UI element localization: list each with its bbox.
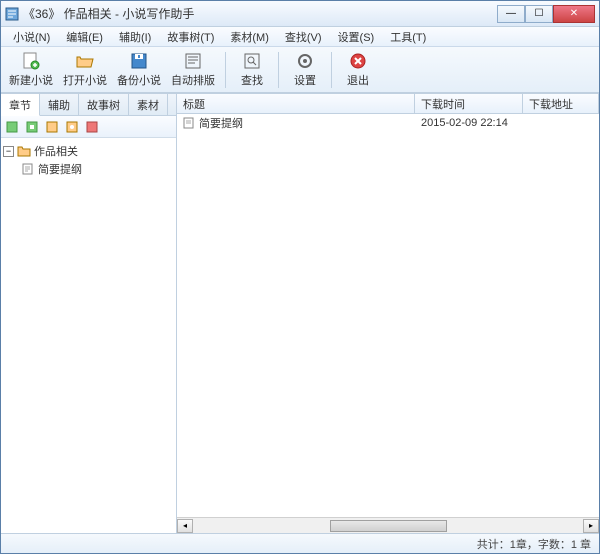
- tree-collapse-icon[interactable]: −: [3, 146, 14, 157]
- tree-root-node[interactable]: − 作品相关: [3, 142, 174, 160]
- backup-icon: [129, 51, 149, 71]
- open-icon: [75, 51, 95, 71]
- app-icon: [5, 7, 19, 21]
- scroll-track[interactable]: [193, 519, 583, 533]
- file-icon: [183, 117, 195, 129]
- menu-material[interactable]: 素材(M): [222, 27, 277, 46]
- tree-toolbar: [1, 116, 176, 138]
- toolbar-separator: [225, 52, 226, 88]
- new-label: 新建小说: [9, 72, 53, 88]
- open-novel-button[interactable]: 打开小说: [59, 49, 111, 90]
- find-icon: [242, 51, 262, 71]
- tree-delete-button[interactable]: [83, 118, 101, 136]
- tree-edit-button[interactable]: [43, 118, 61, 136]
- scroll-left-button[interactable]: ◂: [177, 519, 193, 533]
- tree-add2-button[interactable]: [23, 118, 41, 136]
- maximize-button[interactable]: ☐: [525, 5, 553, 23]
- row-title: 简要提纲: [199, 115, 243, 131]
- horizontal-scrollbar[interactable]: ◂ ▸: [177, 517, 599, 533]
- menu-storytree[interactable]: 故事树(T): [159, 27, 222, 46]
- exit-icon: [348, 51, 368, 71]
- settings-button[interactable]: 设置: [285, 49, 325, 90]
- menu-assist[interactable]: 辅助(I): [111, 27, 159, 46]
- toolbar-separator: [331, 52, 332, 88]
- settings-label: 设置: [294, 72, 316, 88]
- cell-title: 简要提纲: [177, 115, 415, 131]
- right-pane: 标题 下载时间 下载地址 简要提纲 2015-02-09 22:14 ◂: [177, 94, 599, 533]
- statusbar: 共计：1章，字数：1 章: [1, 533, 599, 553]
- chapter-tree: − 作品相关 简要提纲: [1, 138, 176, 533]
- menu-settings[interactable]: 设置(S): [330, 27, 383, 46]
- exit-button[interactable]: 退出: [338, 49, 378, 90]
- open-label: 打开小说: [63, 72, 107, 88]
- tree-root-label: 作品相关: [34, 143, 78, 159]
- autoformat-label: 自动排版: [171, 72, 215, 88]
- settings-icon: [295, 51, 315, 71]
- titlebar: 《36》 作品相关 - 小说写作助手 — ☐ ✕: [1, 1, 599, 27]
- col-header-title[interactable]: 标题: [177, 94, 415, 113]
- left-tabs: 章节 辅助 故事树 素材: [1, 94, 176, 116]
- status-text: 共计：1章，字数：1 章: [477, 536, 591, 552]
- folder-icon: [17, 145, 31, 157]
- toolbar-separator: [278, 52, 279, 88]
- list-header: 标题 下载时间 下载地址: [177, 94, 599, 114]
- menu-find[interactable]: 查找(V): [277, 27, 330, 46]
- tab-assist[interactable]: 辅助: [40, 94, 79, 115]
- list-body: 简要提纲 2015-02-09 22:14: [177, 114, 599, 517]
- find-label: 查找: [241, 72, 263, 88]
- find-button[interactable]: 查找: [232, 49, 272, 90]
- exit-label: 退出: [347, 72, 369, 88]
- backup-label: 备份小说: [117, 72, 161, 88]
- backup-novel-button[interactable]: 备份小说: [113, 49, 165, 90]
- minimize-button[interactable]: —: [497, 5, 525, 23]
- col-header-time[interactable]: 下载时间: [415, 94, 523, 113]
- col-header-addr[interactable]: 下载地址: [523, 94, 599, 113]
- file-icon: [21, 163, 35, 175]
- new-novel-button[interactable]: 新建小说: [5, 49, 57, 90]
- menu-novel[interactable]: 小说(N): [5, 27, 58, 46]
- autoformat-icon: [183, 51, 203, 71]
- autoformat-button[interactable]: 自动排版: [167, 49, 219, 90]
- tab-chapter[interactable]: 章节: [1, 94, 40, 116]
- tree-child-label: 简要提纲: [38, 161, 82, 177]
- cell-time: 2015-02-09 22:14: [415, 117, 523, 129]
- left-pane: 章节 辅助 故事树 素材 − 作品相关: [1, 94, 177, 533]
- tree-child-node[interactable]: 简要提纲: [21, 160, 174, 178]
- window-controls: — ☐ ✕: [497, 5, 595, 23]
- list-row[interactable]: 简要提纲 2015-02-09 22:14: [177, 114, 599, 131]
- window-title: 《36》 作品相关 - 小说写作助手: [23, 5, 497, 22]
- app-window: 《36》 作品相关 - 小说写作助手 — ☐ ✕ 小说(N) 编辑(E) 辅助(…: [0, 0, 600, 554]
- scroll-thumb[interactable]: [330, 520, 447, 532]
- tab-storytree[interactable]: 故事树: [79, 94, 129, 115]
- new-icon: [21, 51, 41, 71]
- tree-add-button[interactable]: [3, 118, 21, 136]
- content-area: 章节 辅助 故事树 素材 − 作品相关: [1, 93, 599, 533]
- menubar: 小说(N) 编辑(E) 辅助(I) 故事树(T) 素材(M) 查找(V) 设置(…: [1, 27, 599, 47]
- tree-children: 简要提纲: [3, 160, 174, 178]
- toolbar: 新建小说 打开小说 备份小说 自动排版 查找 设置 退出: [1, 47, 599, 93]
- menu-edit[interactable]: 编辑(E): [58, 27, 111, 46]
- close-button[interactable]: ✕: [553, 5, 595, 23]
- tree-edit2-button[interactable]: [63, 118, 81, 136]
- scroll-right-button[interactable]: ▸: [583, 519, 599, 533]
- menu-tools[interactable]: 工具(T): [382, 27, 434, 46]
- tab-material[interactable]: 素材: [129, 94, 168, 115]
